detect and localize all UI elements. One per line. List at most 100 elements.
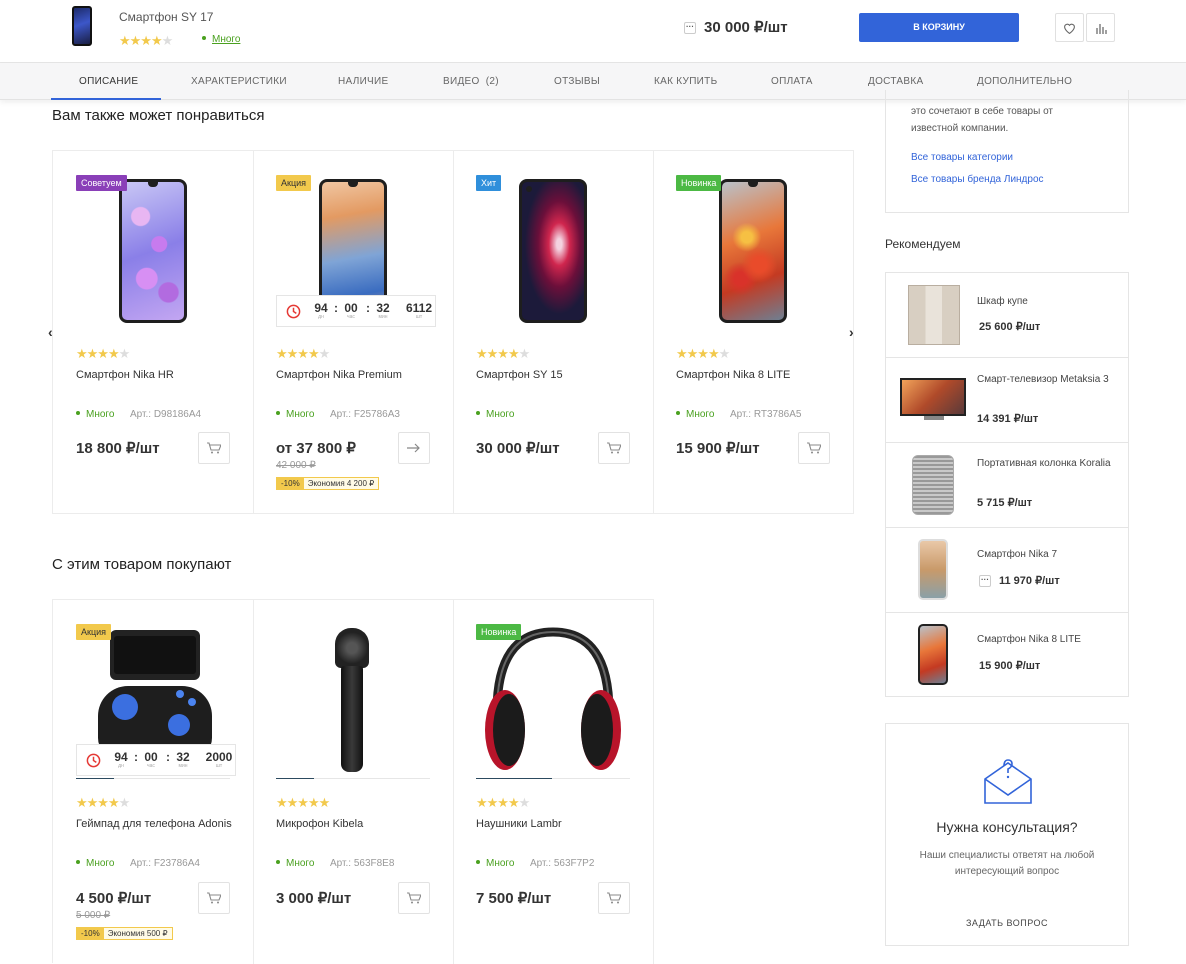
heart-icon [1064,23,1075,34]
timer-days: 94 [114,750,128,764]
link-all-brand[interactable]: Все товары бренда Линдрос [911,174,1044,185]
product-price: 30 000 ₽/шт [476,440,560,457]
tab-delivery[interactable]: ДОСТАВКА [868,76,923,87]
cart-icon [407,892,421,904]
more-icon[interactable]: ··· [979,575,991,588]
cart-icon [607,442,621,454]
product-card[interactable]: Акция 94 дн : 00 час : 32 мин 6112 шт ★★… [253,151,454,514]
recommend-item[interactable]: Шкаф купе 25 600 ₽/шт [886,273,1128,358]
recommend-item-name[interactable]: Шкаф купе [977,295,1117,309]
rating-stars: ★★★★★ [476,346,530,361]
rating-stars: ★★★★★ [676,346,730,361]
promo-countdown-timer: 94 дн : 00 час : 32 мин 2000 шт [76,744,236,776]
product-card[interactable]: Акция 94 дн : 00 час : 32 мин 2000 шт ★★… [53,600,254,964]
recommend-item[interactable]: Смартфон Nika 8 LITE 15 900 ₽/шт [886,613,1128,698]
go-to-product-button[interactable] [398,432,430,464]
product-card[interactable]: Новинка ★★★★★ Смартфон Nika 8 LITE Много… [653,151,854,514]
link-all-category[interactable]: Все товары категории [911,152,1013,163]
cart-icon [207,892,221,904]
product-image[interactable] [918,539,948,600]
recommend-item[interactable]: Смарт-телевизор Metaksia 3 14 391 ₽/шт [886,358,1128,443]
product-image[interactable] [900,378,966,416]
arrow-right-icon [407,443,420,453]
product-badge: Хит [476,175,502,191]
timer-quantity-label: шт [215,763,223,769]
consultation-text: Наши специалисты ответят на любой интере… [919,850,1095,877]
product-image[interactable] [918,624,948,685]
brand-description: это сочетают в себе товары от известной … [911,106,1053,134]
tab-video[interactable]: ВИДЕО (2) [443,76,499,87]
product-thumbnail[interactable] [72,6,92,46]
more-icon[interactable]: ··· [684,22,696,35]
product-image[interactable] [908,285,960,345]
timer-days-label: дн [318,314,324,320]
add-to-cart-button[interactable] [198,432,230,464]
product-badge: Советуем [76,175,127,191]
timer-days-label: дн [118,763,124,769]
product-name[interactable]: Микрофон Kibela [276,814,436,834]
tab-reviews[interactable]: ОТЗЫВЫ [554,76,600,87]
product-name[interactable]: Наушники Lambr [476,814,636,834]
product-name[interactable]: Смартфон Nika HR [76,365,236,385]
tab-availability[interactable]: НАЛИЧИЕ [338,76,388,87]
favorite-button[interactable] [1055,13,1084,42]
product-image[interactable] [719,179,787,323]
tab-additional[interactable]: ДОПОЛНИТЕЛЬНО [977,76,1072,87]
product-name[interactable]: Геймпад для телефона Adonis [76,814,236,834]
add-to-cart-button[interactable] [598,432,630,464]
add-to-cart-button[interactable] [598,882,630,914]
recommend-list: Шкаф купе 25 600 ₽/шт Смарт-телевизор Me… [885,272,1129,697]
section-title-recommended: Вам также может понравиться [52,107,265,124]
product-badge: Новинка [676,175,722,191]
product-card[interactable]: Хит ★★★★★ Смартфон SY 15 Много 30 000 ₽/… [453,151,654,514]
add-to-cart-button[interactable] [398,882,430,914]
recommend-item[interactable]: Смартфон Nika 7 ··· 11 970 ₽/шт [886,528,1128,613]
add-to-cart-button[interactable] [798,432,830,464]
recommend-item-price: ··· 11 970 ₽/шт [979,575,1060,588]
recommend-item[interactable]: Портативная колонка Koralia 5 715 ₽/шт [886,443,1128,528]
product-badge: Акция [276,175,311,191]
tab-description[interactable]: ОПИСАНИЕ [79,76,138,87]
product-card[interactable]: Советуем ★★★★★ Смартфон Nika HR Много Ар… [53,151,254,514]
product-name[interactable]: Смартфон SY 15 [476,365,636,385]
stock-status: Много [276,858,314,869]
recommend-item-name[interactable]: Смартфон Nika 8 LITE [977,633,1117,647]
timer-days: 94 [314,301,328,315]
cart-icon [807,442,821,454]
rating-stars: ★★★★★ [76,795,130,810]
recommend-item-price: 5 715 ₽/шт [977,497,1033,509]
product-badge: Новинка [476,624,522,640]
product-image[interactable] [483,626,623,774]
clock-icon [86,753,101,768]
product-card[interactable]: Новинка ★★★★★ Наушники Lambr Много Арт.:… [453,600,654,964]
timer-quantity: 2000 [205,750,233,764]
product-price: 7 500 ₽/шт [476,890,552,907]
tab-payment[interactable]: ОПЛАТА [771,76,813,87]
recommend-item-name[interactable]: Смартфон Nika 7 [977,548,1117,562]
add-to-cart-button[interactable] [198,882,230,914]
product-name[interactable]: Смартфон Nika Premium [276,365,436,385]
tab-how-to-buy[interactable]: КАК КУПИТЬ [654,76,717,87]
product-price: 18 800 ₽/шт [76,440,160,457]
product-card[interactable]: ★★★★★ Микрофон Kibela Много Арт.: 563F8E… [253,600,454,964]
stock-status[interactable]: Много [202,34,240,45]
consultation-title: Нужна консультация? [936,819,1078,835]
product-name[interactable]: Смартфон Nika 8 LITE [676,365,836,385]
timer-hours: 00 [344,301,358,315]
stock-status: Много [76,858,114,869]
product-image[interactable] [519,179,587,323]
tab-specs[interactable]: ХАРАКТЕРИСТИКИ [191,76,287,87]
product-image[interactable] [912,455,954,515]
ask-question-link[interactable]: ЗАДАТЬ ВОПРОС [886,918,1128,928]
timer-minutes: 32 [176,750,190,764]
product-image[interactable] [119,179,187,323]
discount-badge: -10% Экономия 4 200 ₽ [276,477,380,490]
recommend-item-name[interactable]: Портативная колонка Koralia [977,457,1117,471]
recommend-item-name[interactable]: Смарт-телевизор Metaksia 3 [977,373,1117,387]
product-image[interactable] [333,628,373,774]
rating-stars: ★★★★★ [119,33,173,48]
compare-icon [1095,23,1107,34]
timer-minutes-label: мин [378,314,388,320]
add-to-cart-button[interactable]: В КОРЗИНУ [859,13,1019,42]
compare-button[interactable] [1086,13,1115,42]
